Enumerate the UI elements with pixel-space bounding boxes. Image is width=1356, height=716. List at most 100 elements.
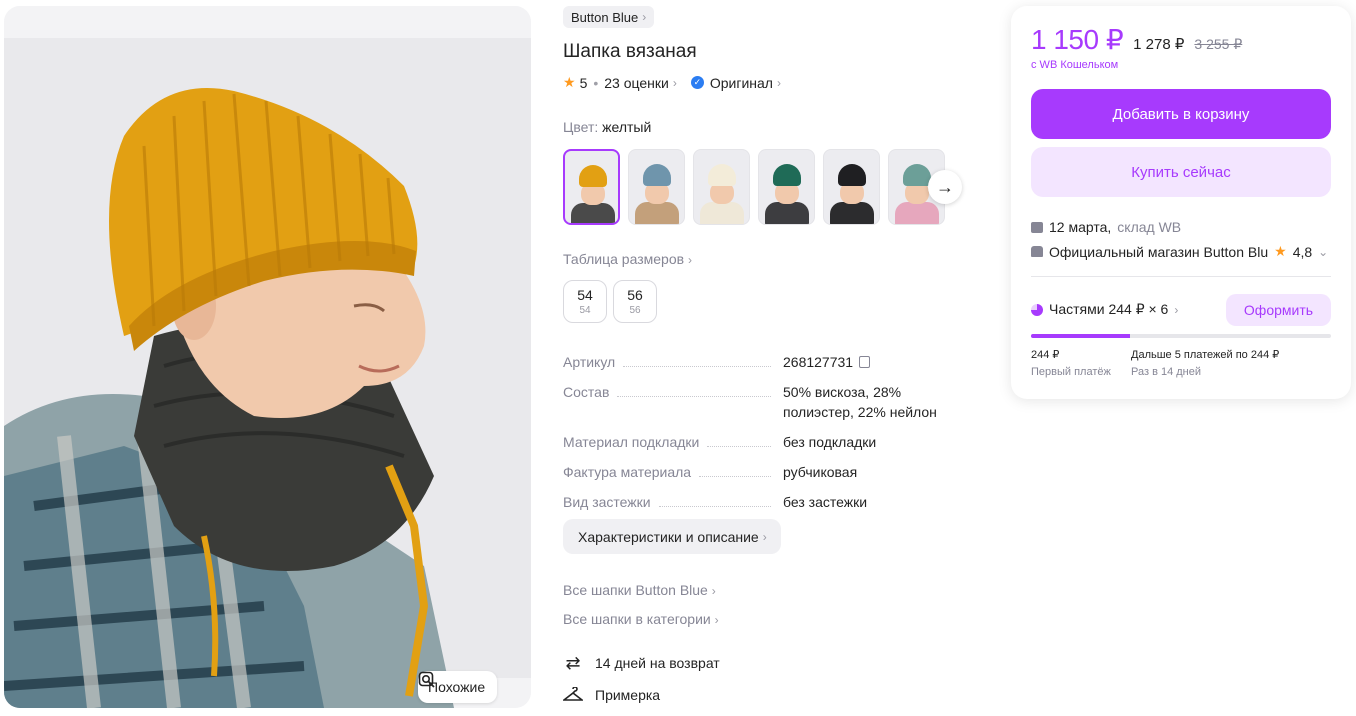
spec-row: Артикул 268127731 <box>563 352 963 372</box>
check-badge-icon: ✓ <box>690 76 704 89</box>
spec-row: Вид застежки без застежки <box>563 492 963 512</box>
swatch-jacket <box>571 203 615 223</box>
buy-card: 1 150 ₽ 1 278 ₽ 3 255 ₽ с WB Кошельком Д… <box>1011 6 1351 399</box>
spec-value: рубчиковая <box>783 464 858 480</box>
brand-name: Button Blue <box>571 9 639 25</box>
brand-link[interactable]: Button Blue › <box>563 6 655 28</box>
delivery-date: 12 марта, <box>1049 219 1112 235</box>
size-sub: 56 <box>629 305 641 316</box>
characteristics-button[interactable]: Характеристики и описание › <box>563 519 781 554</box>
color-swatches <box>563 149 945 225</box>
wallet-price: 1 150 ₽ <box>1031 24 1124 55</box>
dotted-leader <box>707 446 771 447</box>
price-row: 1 150 ₽ 1 278 ₽ 3 255 ₽ <box>1031 23 1242 56</box>
spec-row: Материал подкладки без подкладки <box>563 432 963 452</box>
swatch-hat <box>708 164 736 186</box>
color-value: желтый <box>602 119 652 135</box>
size-sub: 54 <box>579 305 591 316</box>
swatch-hat <box>643 164 671 186</box>
pie-icon <box>1031 303 1043 316</box>
dotted-leader <box>617 396 771 397</box>
dotted-leader <box>623 366 771 367</box>
chevron-right-icon: › <box>642 10 647 24</box>
chevron-down-icon: ⌄ <box>1318 244 1329 259</box>
swatch-jacket <box>830 202 874 224</box>
spec-key: Состав <box>563 382 783 402</box>
product-title: Шапка вязаная <box>563 41 697 62</box>
first-payment-label: Первый платёж <box>1031 366 1111 378</box>
box-icon <box>1031 221 1043 233</box>
spec-value: 50% вискоза, 28% полиэстер, 22% нейлон <box>783 384 937 420</box>
size-option[interactable]: 56 56 <box>613 280 657 323</box>
chevron-right-icon: › <box>776 75 781 90</box>
installment-link[interactable]: Частями 244 ₽ × 6 › <box>1031 301 1178 318</box>
star-icon: ★ <box>1274 243 1287 259</box>
search-similar-icon <box>418 671 435 688</box>
buy-now-button[interactable]: Купить сейчас <box>1031 147 1331 197</box>
first-payment: 244 ₽ Первый платёж <box>1031 348 1111 378</box>
swatch-jacket <box>765 202 809 224</box>
shop-name: Официальный магазин Button Blu <box>1049 243 1269 260</box>
fitting-feature: Примерка <box>563 685 660 705</box>
swatch-jacket <box>700 202 744 224</box>
copy-icon[interactable] <box>859 356 871 368</box>
next-arrow-button[interactable]: → <box>928 170 962 204</box>
color-swatch[interactable] <box>693 149 750 225</box>
spec-value: без подкладки <box>783 434 877 450</box>
shop-icon <box>1031 246 1043 257</box>
order-button[interactable]: Оформить <box>1226 294 1331 326</box>
original-link[interactable]: Оригинал <box>710 75 773 91</box>
chevron-right-icon: › <box>672 75 677 90</box>
color-swatch[interactable] <box>563 149 620 225</box>
first-payment-amount: 244 ₽ <box>1031 349 1060 361</box>
swatch-hat <box>579 165 607 187</box>
old-price: 3 255 ₽ <box>1194 36 1243 52</box>
dotted-leader <box>658 506 771 507</box>
delivery-info: 12 марта, склад WB <box>1031 219 1181 235</box>
chevron-right-icon: › <box>711 584 716 598</box>
swatch-hat <box>903 164 931 186</box>
spec-value: без застежки <box>783 494 868 510</box>
return-feature: ⇄ 14 дней на возврат <box>563 653 719 673</box>
dotted-leader <box>699 476 771 477</box>
installment-progress <box>1031 334 1331 338</box>
chevron-right-icon: › <box>714 613 719 627</box>
spec-value: 268127731 <box>783 352 963 372</box>
shop-link[interactable]: Официальный магазин Button Blu ★ 4,8 ⌄ <box>1031 243 1328 260</box>
rating-row: ★ 5 • 23 оценки › ✓ Оригинал › <box>563 74 781 91</box>
progress-fill <box>1031 334 1130 338</box>
swatch-jacket <box>635 202 679 224</box>
wallet-note: с WB Кошельком <box>1031 59 1119 71</box>
installment-label: Частями 244 ₽ × 6 <box>1049 301 1169 317</box>
swatch-hat <box>838 164 866 186</box>
rating-value: 5 <box>579 74 588 91</box>
next-payments: Дальше 5 платежей по 244 ₽ Раз в 14 дней <box>1131 348 1279 378</box>
spec-row: Фактура материала рубчиковая <box>563 462 963 482</box>
similar-button[interactable]: Похожие <box>418 671 498 703</box>
shop-rating: 4,8 <box>1292 243 1313 260</box>
spec-row: Состав 50% вискоза, 28% полиэстер, 22% не… <box>563 382 963 422</box>
price: 1 278 ₽ <box>1133 36 1185 53</box>
all-brand-hats-link[interactable]: Все шапки Button Blue › <box>563 582 716 598</box>
spec-key: Вид застежки <box>563 492 783 512</box>
spec-key: Артикул <box>563 352 783 372</box>
add-to-cart-button[interactable]: Добавить в корзину <box>1031 89 1331 139</box>
size-table-link[interactable]: Таблица размеров › <box>563 251 692 267</box>
spec-key: Фактура материала <box>563 462 783 482</box>
reviews-link[interactable]: 23 оценки <box>604 75 669 91</box>
arrow-right-icon: → <box>936 176 954 197</box>
swatch-jacket <box>895 202 939 224</box>
color-label: Цвет: желтый <box>563 119 652 135</box>
all-category-hats-link[interactable]: Все шапки в категории › <box>563 611 719 627</box>
color-swatch[interactable] <box>758 149 815 225</box>
star-icon: ★ <box>563 74 576 90</box>
spec-key: Материал подкладки <box>563 432 783 452</box>
size-main: 56 <box>627 287 643 303</box>
chevron-right-icon: › <box>687 253 692 267</box>
product-photo[interactable]: Похожие <box>4 6 531 708</box>
swatch-hat <box>773 164 801 186</box>
color-swatch[interactable] <box>823 149 880 225</box>
next-payments-amount: Дальше 5 платежей по 244 ₽ <box>1131 349 1280 361</box>
color-swatch[interactable] <box>628 149 685 225</box>
size-option[interactable]: 54 54 <box>563 280 607 323</box>
